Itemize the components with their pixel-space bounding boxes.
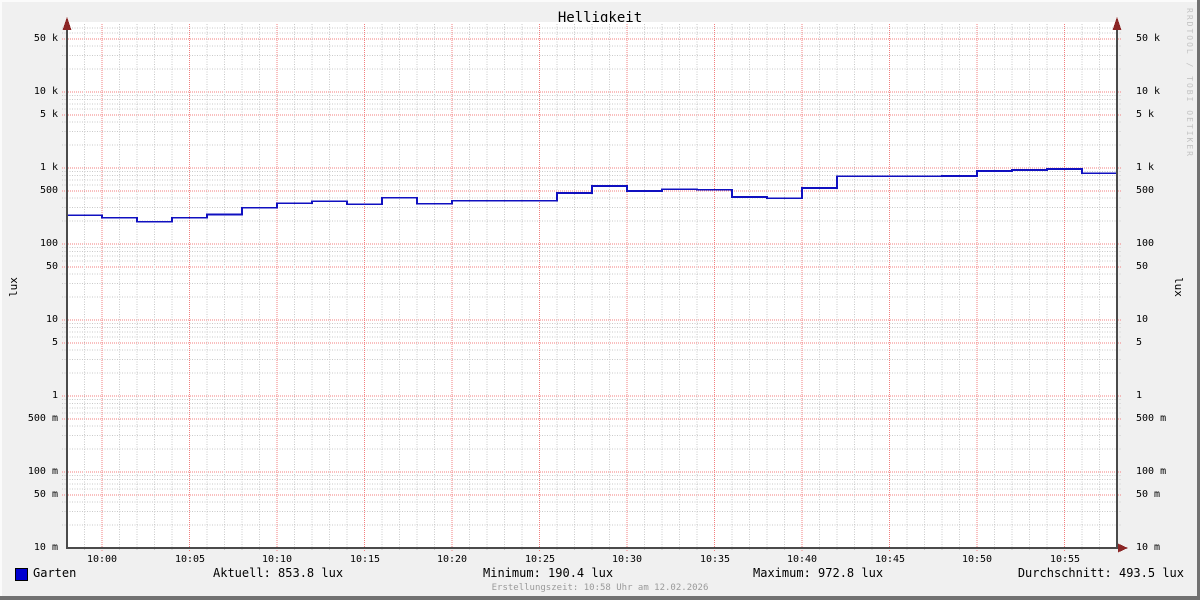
y-axis-label: 500 m [27, 413, 58, 424]
y-axis-label: 50 m [33, 489, 58, 500]
y-axis-label: 1 k [1136, 162, 1155, 173]
y-axis-label: 5 k [39, 109, 58, 120]
y-axis-label: 10 k [1136, 86, 1161, 97]
y-axis-label: 500 m [1136, 413, 1167, 424]
series-color-swatch [15, 568, 28, 581]
y-axis-label: 100 m [27, 466, 58, 477]
bevel-left [0, 0, 2, 600]
y-axis-label: 50 k [1136, 33, 1161, 44]
y-axis-label: 1 k [39, 162, 58, 173]
x-axis-label: 10:20 [436, 554, 468, 565]
y-axis-label: 10 k [33, 86, 58, 97]
y-axis-label: 50 k [33, 33, 58, 44]
bevel-top [0, 0, 1200, 2]
x-axis-label: 10:00 [86, 554, 118, 565]
series-label: Garten [33, 566, 77, 580]
legend-stats-row: Garten Aktuell: 853.8 lux Minimum: 190.4… [0, 566, 1200, 582]
x-axis-label: 10:25 [524, 554, 556, 565]
y-axis-label: 10 m [33, 542, 58, 553]
stat-average: Durchschnitt: 493.5 lux [1017, 566, 1184, 580]
y-axis-label: 5 [51, 337, 58, 348]
plot-canvas [62, 17, 1128, 553]
x-axis-label: 10:55 [1049, 554, 1081, 565]
stat-maximum: Maximum: 972.8 lux [753, 566, 884, 580]
x-axis-label: 10:30 [611, 554, 643, 565]
y-axis-label: 100 [1136, 238, 1155, 249]
y-axis-unit-right: lux [1172, 277, 1185, 297]
y-axis-label: 500 [1136, 185, 1155, 196]
y-axis-label: 100 [39, 238, 58, 249]
y-axis-label: 50 m [1136, 489, 1161, 500]
y-axis-label: 1 [1136, 390, 1143, 401]
x-axis-label: 10:45 [874, 554, 906, 565]
y-axis-label: 10 m [1136, 542, 1161, 553]
creation-timestamp: Erstellungszeit: 10:58 Uhr am 12.02.2026 [491, 583, 709, 593]
x-axis-label: 10:50 [961, 554, 993, 565]
y-axis-unit-left: lux [7, 277, 20, 297]
y-axis-label: 5 k [1136, 109, 1155, 120]
stat-current: Aktuell: 853.8 lux [213, 566, 344, 580]
x-axis-label: 10:05 [174, 554, 206, 565]
rrdtool-watermark: RRDTOOL / TOBI OETIKER [1185, 8, 1194, 158]
y-axis-label: 10 [45, 314, 58, 325]
y-axis-label: 5 [1136, 337, 1143, 348]
y-axis-label: 50 [1136, 261, 1149, 272]
bevel-bottom [0, 596, 1200, 600]
x-axis-label: 10:10 [261, 554, 293, 565]
rrdtool-graph: Helligkeit 50 k 10 k5 k1 k 500 100 50 10 5 1 500… [0, 0, 1200, 600]
y-axis-label: 1 [51, 390, 58, 401]
y-axis-label: 10 [1136, 314, 1149, 325]
y-axis-label: 100 m [1136, 466, 1167, 477]
y-axis-label: 500 [39, 185, 58, 196]
stat-minimum: Minimum: 190.4 lux [483, 566, 614, 580]
x-axis-label: 10:40 [786, 554, 818, 565]
x-axis-label: 10:35 [699, 554, 731, 565]
x-axis-label: 10:15 [349, 554, 381, 565]
